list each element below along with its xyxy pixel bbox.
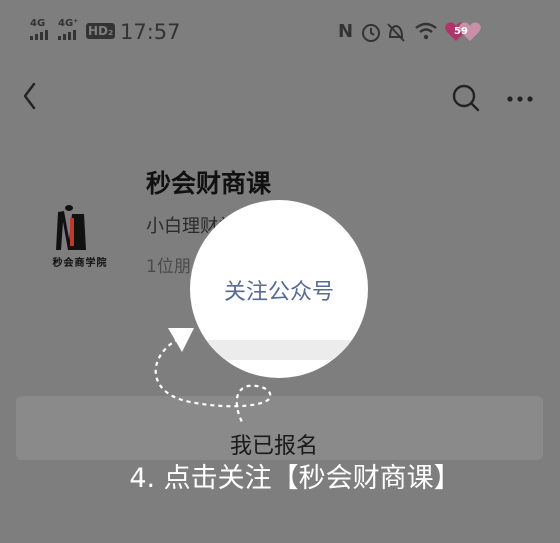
instruction-caption: 4. 点击关注【秒会财商课】 [129,463,461,494]
